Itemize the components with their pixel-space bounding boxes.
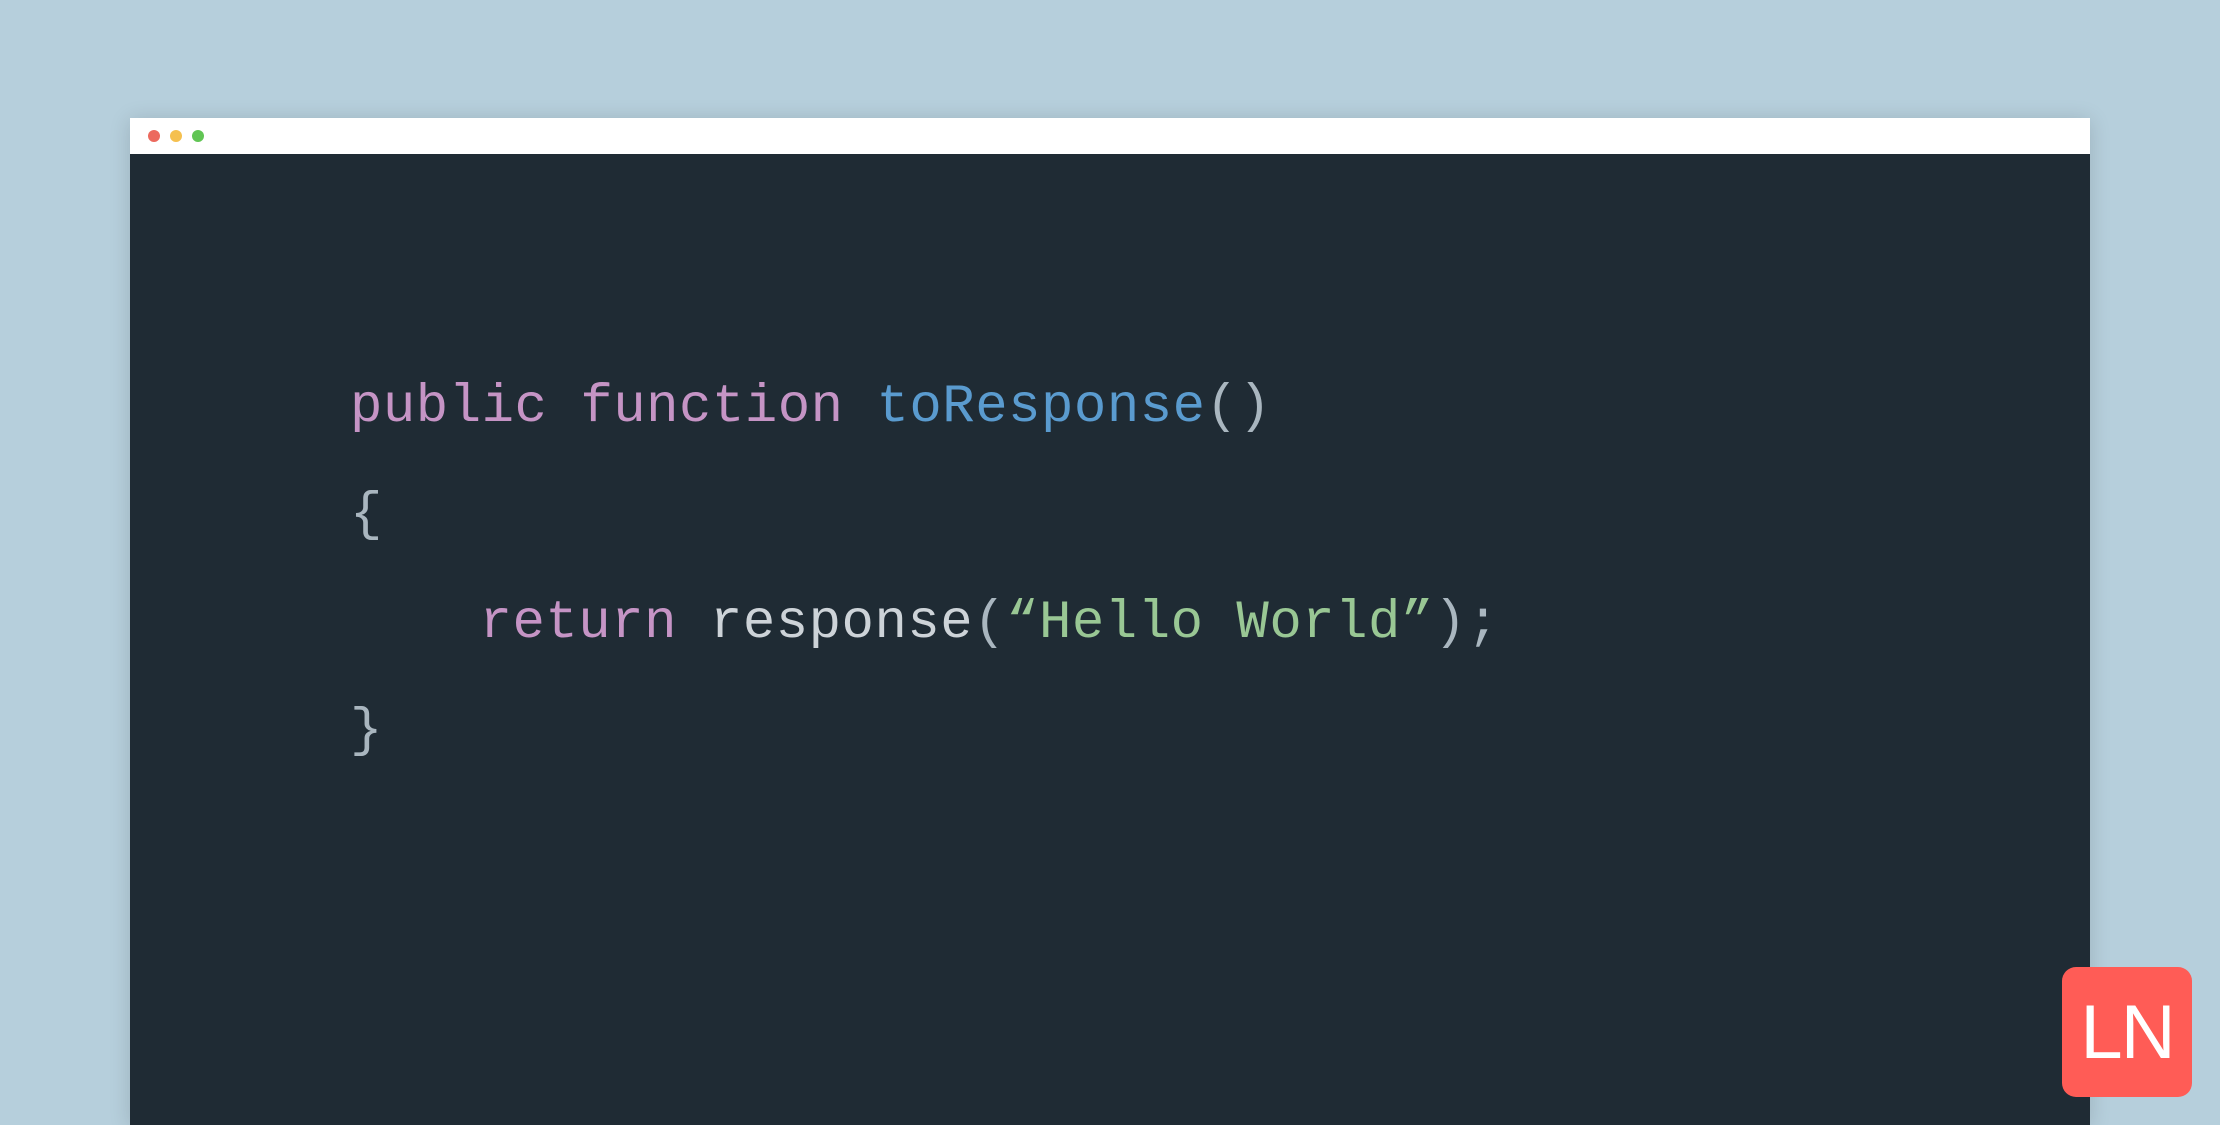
logo-badge: LN — [2062, 967, 2192, 1097]
keyword-return: return — [480, 593, 677, 654]
paren-open: ( — [1206, 377, 1239, 438]
close-icon[interactable] — [148, 130, 160, 142]
minimize-icon[interactable] — [170, 130, 182, 142]
brace-close: } — [350, 701, 383, 762]
call-name: response — [710, 593, 973, 654]
code-line-3: return response(“Hello World”); — [350, 570, 2090, 678]
maximize-icon[interactable] — [192, 130, 204, 142]
function-name: toResponse — [877, 377, 1206, 438]
code-line-2: { — [350, 462, 2090, 570]
keyword-function: function — [580, 377, 843, 438]
code-editor[interactable]: public function toResponse() { return re… — [130, 154, 2090, 1125]
paren-close: ) — [1238, 377, 1271, 438]
code-line-1: public function toResponse() — [350, 354, 2090, 462]
keyword-public: public — [350, 377, 547, 438]
code-line-4: } — [350, 678, 2090, 786]
window-titlebar — [130, 118, 2090, 154]
call-paren-open: ( — [973, 593, 1006, 654]
brace-open: { — [350, 485, 383, 546]
semicolon: ; — [1467, 593, 1500, 654]
call-paren-close: ) — [1434, 593, 1467, 654]
logo-text: LN — [2080, 989, 2173, 1076]
editor-window: public function toResponse() { return re… — [130, 118, 2090, 1125]
string-literal: “Hello World” — [1006, 593, 1434, 654]
